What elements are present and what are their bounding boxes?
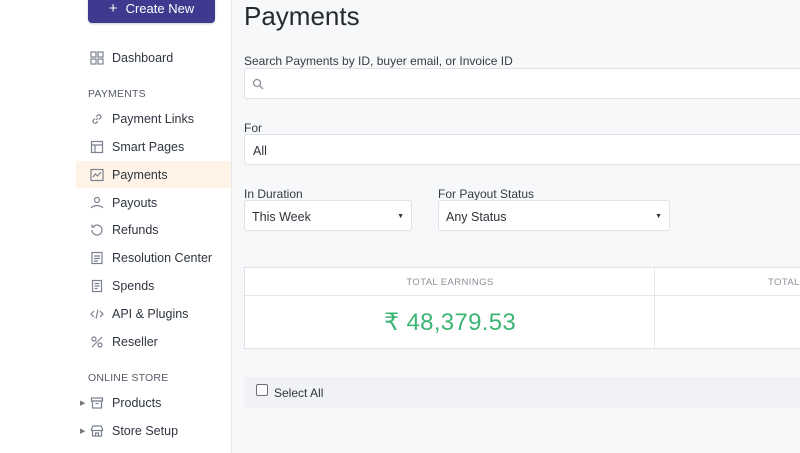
payments-section-label: PAYMENTS [88, 88, 146, 100]
payouts-icon [90, 196, 104, 210]
sidebar: + Create New Dashboard PAYMENTS Payment … [0, 0, 232, 453]
duration-label: In Duration [244, 187, 303, 201]
sidebar-item-label: Dashboard [112, 50, 174, 65]
duration-value: This Week [252, 210, 311, 224]
store-icon [90, 424, 104, 438]
page-icon [90, 140, 104, 154]
page-title: Payments [244, 1, 360, 31]
sidebar-item-products[interactable]: Products [76, 389, 231, 416]
reseller-icon [90, 335, 104, 349]
sidebar-item-smart-pages[interactable]: Smart Pages [76, 133, 231, 160]
dropdown-arrow-icon: ▼ [397, 213, 404, 220]
for-select[interactable]: All [244, 134, 800, 165]
sidebar-item-resolution-center[interactable]: Resolution Center [76, 244, 231, 271]
dashboard-icon [90, 50, 104, 65]
for-label: For [244, 121, 262, 135]
products-icon [90, 396, 104, 410]
search-icon [252, 77, 264, 90]
plus-icon: + [108, 0, 118, 17]
sidebar-item-payments[interactable]: Payments [76, 161, 231, 188]
create-new-button[interactable]: + Create New [88, 0, 215, 23]
sidebar-item-label: Payment Links [112, 111, 194, 126]
select-all-label: Select All [274, 386, 324, 400]
sidebar-item-label: Store Setup [112, 423, 179, 438]
select-all-bar: Select All [244, 377, 800, 408]
search-input[interactable] [244, 68, 800, 99]
online-store-section-label: ONLINE STORE [88, 372, 169, 384]
sidebar-item-label: Products [112, 395, 162, 410]
sidebar-item-dashboard[interactable]: Dashboard [76, 44, 231, 71]
link-icon [90, 112, 104, 126]
sidebar-item-payouts[interactable]: Payouts [76, 189, 231, 216]
resolution-icon [90, 251, 104, 265]
total-earnings-value: ₹ 48,379.53 [383, 309, 516, 336]
sidebar-item-label: Payouts [112, 195, 158, 210]
sidebar-item-label: Refunds [112, 222, 159, 237]
sidebar-item-refunds[interactable]: Refunds [76, 216, 231, 243]
second-column-label: TOTAL [768, 277, 800, 288]
select-all-checkbox[interactable] [256, 384, 268, 396]
sidebar-item-api-plugins[interactable]: API & Plugins [76, 300, 231, 327]
sidebar-item-label: Reseller [112, 334, 158, 349]
search-label: Search Payments by ID, buyer email, or I… [244, 54, 513, 68]
sidebar-item-label: Resolution Center [112, 250, 213, 265]
sidebar-item-spends[interactable]: Spends [76, 272, 231, 299]
code-icon [90, 307, 104, 321]
sidebar-item-reseller[interactable]: Reseller [76, 328, 231, 355]
main-content: Payments Search Payments by ID, buyer em… [232, 0, 800, 453]
earnings-card: TOTAL EARNINGS TOTAL ₹ 48,379.53 [244, 267, 800, 349]
sidebar-item-payment-links[interactable]: Payment Links [76, 105, 231, 132]
for-value: All [253, 144, 267, 158]
sidebar-item-label: API & Plugins [112, 306, 189, 321]
total-earnings-label: TOTAL EARNINGS [406, 277, 494, 288]
chart-icon [90, 168, 104, 182]
payout-status-value: Any Status [446, 210, 507, 224]
duration-select[interactable]: This Week ▼ [244, 200, 412, 231]
refund-icon [90, 223, 104, 237]
payout-status-label: For Payout Status [438, 187, 535, 201]
sidebar-item-label: Payments [112, 167, 168, 182]
sidebar-item-store-setup[interactable]: Store Setup [76, 417, 231, 444]
payout-status-select[interactable]: Any Status ▼ [438, 200, 670, 231]
create-new-label: Create New [125, 1, 195, 16]
dropdown-arrow-icon: ▼ [655, 213, 662, 220]
sidebar-item-label: Spends [112, 278, 155, 293]
spends-icon [90, 279, 104, 293]
sidebar-item-label: Smart Pages [112, 139, 185, 154]
